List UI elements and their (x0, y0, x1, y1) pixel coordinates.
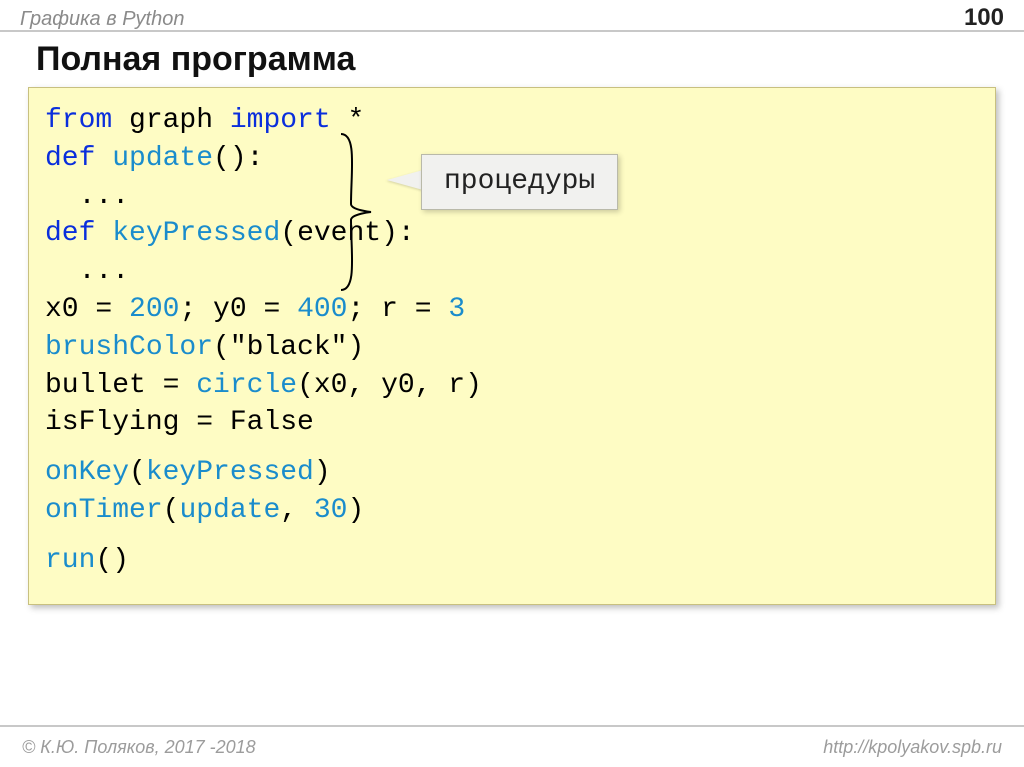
code-line-11: onTimer(update, 30) (45, 492, 979, 530)
footer-copyright: © К.Ю. Поляков, 2017 -2018 (22, 737, 256, 758)
slide-header: Графика в Python 100 (0, 0, 1024, 32)
keyword-from: from (45, 105, 112, 136)
slide-title: Полная программа (0, 32, 1024, 87)
keyword-def: def (45, 143, 95, 174)
page-number: 100 (964, 4, 1004, 32)
keyword-import: import (230, 105, 331, 136)
code-line-1: from graph import * (45, 102, 979, 140)
header-title: Графика в Python (20, 8, 184, 31)
code-line-12: run() (45, 542, 979, 580)
slide-footer: © К.Ю. Поляков, 2017 -2018 http://kpolya… (0, 725, 1024, 767)
callout-label: процедуры (421, 154, 618, 210)
code-line-4: def keyPressed(event): (45, 215, 979, 253)
code-line-6: x0 = 200; y0 = 400; r = 3 (45, 291, 979, 329)
brace-icon (337, 132, 373, 292)
code-line-9: isFlying = False (45, 404, 979, 442)
code-line-5: ... (45, 253, 979, 291)
code-line-7: brushColor("black") (45, 329, 979, 367)
code-line-10: onKey(keyPressed) (45, 454, 979, 492)
callout-tail-icon (387, 170, 423, 190)
code-line-8: bullet = circle(x0, y0, r) (45, 367, 979, 405)
keyword-def: def (45, 218, 95, 249)
footer-url: http://kpolyakov.spb.ru (823, 737, 1002, 758)
code-block: from graph import * def update(): ... de… (28, 87, 996, 605)
